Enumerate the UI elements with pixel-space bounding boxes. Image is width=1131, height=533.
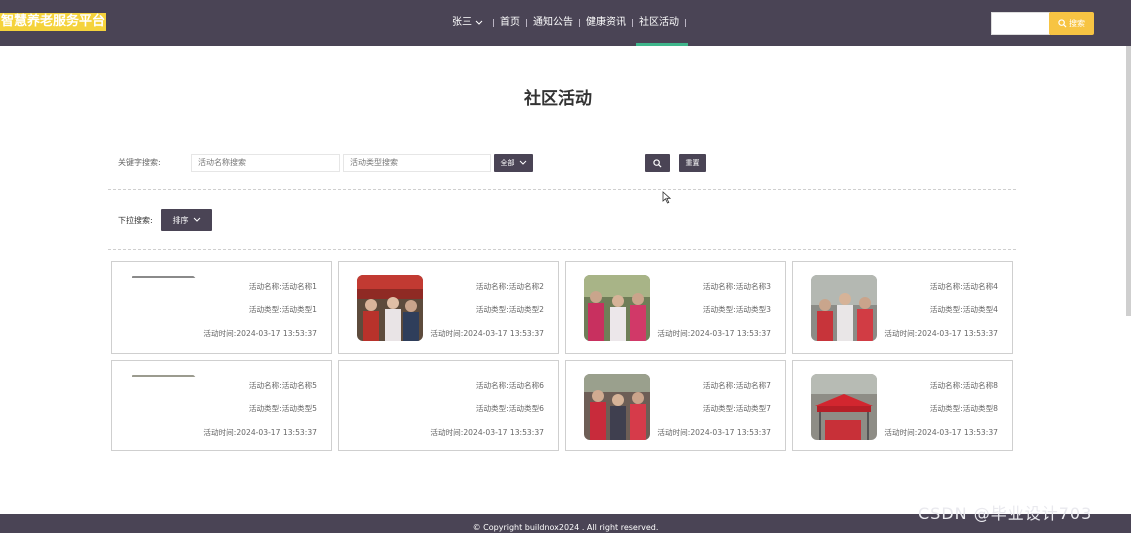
activity-name: 活动名称:活动名称6 [475, 381, 544, 390]
activity-photo [811, 374, 877, 440]
activity-card[interactable]: 活动名称:活动名称2 活动类型:活动类型2 活动时间:2024-03-17 13… [338, 261, 559, 354]
activity-time: 活动时间:2024-03-17 13:53:37 [203, 428, 317, 437]
activity-card[interactable]: 活动名称:活动名称8 活动类型:活动类型8 活动时间:2024-03-17 13… [792, 360, 1013, 451]
chevron-down-icon [475, 20, 483, 25]
activity-time: 活动时间:2024-03-17 13:53:37 [884, 428, 998, 437]
watermark: CSDN @毕业设计703 [918, 504, 1093, 523]
chevron-down-icon [193, 217, 200, 222]
nav-notices[interactable]: 通知公告 [527, 16, 579, 30]
activity-photo [357, 275, 423, 341]
activity-type: 活动类型:活动类型4 [929, 305, 998, 314]
search-icon [1058, 19, 1067, 28]
activity-card[interactable]: 活动名称:活动名称1 活动类型:活动类型1 活动时间:2024-03-17 13… [111, 261, 332, 354]
activity-time: 活动时间:2024-03-17 13:53:37 [884, 329, 998, 338]
dropdown-search-label: 下拉搜索: [118, 216, 153, 225]
search-submit-button[interactable] [645, 154, 670, 172]
activity-photo [811, 275, 877, 341]
activity-type: 活动类型:活动类型5 [248, 404, 317, 413]
activity-name: 活动名称:活动名称8 [929, 381, 998, 390]
sort-dropdown[interactable]: 排序 [161, 209, 212, 231]
header-search-button[interactable]: 搜索 [1049, 12, 1094, 35]
reset-button[interactable]: 重置 [679, 154, 706, 172]
header-search-input[interactable] [991, 12, 1050, 35]
footer-copyright: © Copyright buildnox2024 . All right res… [472, 523, 659, 532]
filter-all-dropdown[interactable]: 全部 [494, 154, 533, 172]
nav-active-indicator [636, 43, 688, 46]
activity-name: 活动名称:活动名称4 [929, 282, 998, 291]
activity-image-placeholder [130, 374, 196, 440]
activity-image-placeholder [130, 275, 196, 341]
divider [108, 249, 1016, 250]
nav-health-news[interactable]: 健康资讯 [580, 16, 632, 30]
search-icon [653, 158, 662, 168]
search-button-label: 搜索 [1069, 19, 1085, 28]
activity-card[interactable]: 活动名称:活动名称3 活动类型:活动类型3 活动时间:2024-03-17 13… [565, 261, 786, 354]
main-nav: 张三 首页 通知公告 健康资讯 社区活动 [446, 15, 686, 31]
activity-photo [584, 374, 650, 440]
activity-name: 活动名称:活动名称3 [702, 282, 771, 291]
nav-community-activities[interactable]: 社区活动 [633, 16, 685, 30]
activity-name-search-input[interactable]: 活动名称搜索 [191, 154, 340, 172]
activity-image-placeholder [357, 374, 423, 440]
top-navbar: 智慧养老服务平台 张三 首页 通知公告 健康资讯 社区活动 搜索 [0, 0, 1131, 46]
divider [108, 189, 1016, 190]
activity-type: 活动类型:活动类型3 [702, 305, 771, 314]
activity-type-search-input[interactable]: 活动类型搜索 [343, 154, 491, 172]
activity-time: 活动时间:2024-03-17 13:53:37 [657, 428, 771, 437]
activity-type: 活动类型:活动类型6 [475, 404, 544, 413]
activity-time: 活动时间:2024-03-17 13:53:37 [430, 428, 544, 437]
user-name: 张三 [452, 17, 472, 28]
keyword-search-label: 关键字搜索: [118, 158, 161, 167]
sort-label: 排序 [172, 215, 189, 225]
nav-separator [685, 19, 686, 27]
page-title: 社区活动 [524, 89, 592, 109]
activity-card[interactable]: 活动名称:活动名称6 活动类型:活动类型6 活动时间:2024-03-17 13… [338, 360, 559, 451]
mouse-cursor-icon [662, 191, 671, 204]
activity-name: 活动名称:活动名称2 [475, 282, 544, 291]
activity-time: 活动时间:2024-03-17 13:53:37 [203, 329, 317, 338]
activity-type: 活动类型:活动类型1 [248, 305, 317, 314]
chevron-down-icon [519, 160, 526, 165]
activity-time: 活动时间:2024-03-17 13:53:37 [430, 329, 544, 338]
activity-card[interactable]: 活动名称:活动名称5 活动类型:活动类型5 活动时间:2024-03-17 13… [111, 360, 332, 451]
activity-type: 活动类型:活动类型2 [475, 305, 544, 314]
activity-time: 活动时间:2024-03-17 13:53:37 [657, 329, 771, 338]
nav-home[interactable]: 首页 [494, 16, 526, 30]
user-menu[interactable]: 张三 [446, 16, 493, 30]
activity-photo [584, 275, 650, 341]
activity-name: 活动名称:活动名称5 [248, 381, 317, 390]
activity-name: 活动名称:活动名称7 [702, 381, 771, 390]
activity-name: 活动名称:活动名称1 [248, 282, 317, 291]
site-brand[interactable]: 智慧养老服务平台 [0, 13, 107, 31]
activity-type: 活动类型:活动类型8 [929, 404, 998, 413]
activity-card[interactable]: 活动名称:活动名称7 活动类型:活动类型7 活动时间:2024-03-17 13… [565, 360, 786, 451]
page-scrollbar[interactable] [1126, 46, 1131, 316]
filter-all-label: 全部 [500, 159, 515, 167]
activity-type: 活动类型:活动类型7 [702, 404, 771, 413]
activity-card[interactable]: 活动名称:活动名称4 活动类型:活动类型4 活动时间:2024-03-17 13… [792, 261, 1013, 354]
